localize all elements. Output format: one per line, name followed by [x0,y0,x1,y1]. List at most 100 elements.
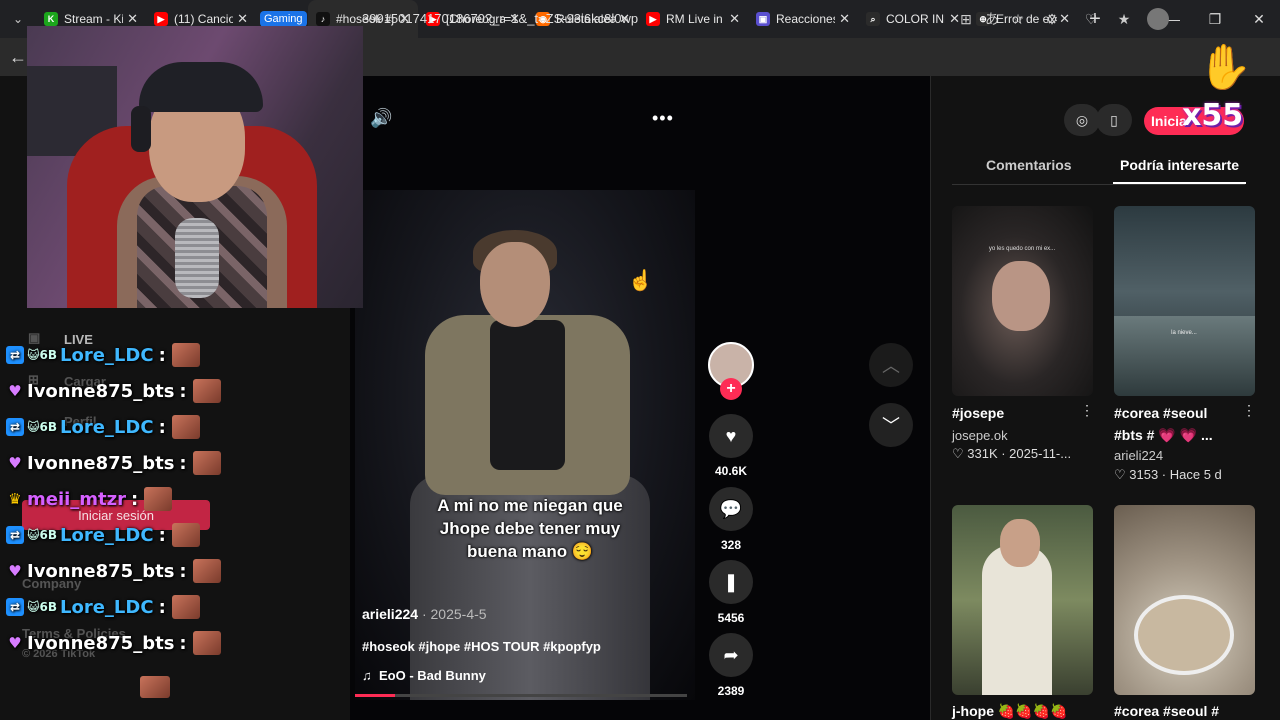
subscriber-badge-icon: ⇄ [6,418,24,436]
video-hashtags[interactable]: #hoseok #jhope #HOS TOUR #kpopfyp [362,639,601,654]
chat-colon: : [179,380,187,402]
video-dancer-shirt [490,320,565,470]
chat-username[interactable]: Lore_LDC [60,597,154,618]
tab-close-icon[interactable]: ✕ [729,11,740,27]
thumb-user[interactable]: arieli224 [1114,448,1163,463]
like-count: 40.6K [714,464,748,478]
tab-close-icon[interactable]: ✕ [127,11,138,27]
tab-favicon-icon: ⌕ [866,12,880,26]
thumb-title[interactable]: #josepe [952,402,1004,424]
chat-extra-badge: 😺6B [27,600,58,614]
thumb-snow-ground [1114,316,1255,396]
tab-favicon-icon: ▶ [646,12,660,26]
thumb-soup-bowl [1134,595,1234,675]
browser-tab[interactable]: ▣ Reacciones ✕ [748,0,858,38]
comment-count: 328 [720,538,742,552]
chat-username[interactable]: Lore_LDC [60,345,154,366]
tab-close-icon[interactable]: ✕ [839,11,850,27]
compass-icon[interactable]: ◎ [1064,104,1100,136]
thumb-title[interactable]: #corea #seoul #bts # 💗 💗 ... [1114,402,1234,446]
chat-username[interactable]: Ivonne875_bts [27,561,174,582]
chat-emote [192,451,221,475]
browser-tab[interactable]: ▶ RM Live in ✕ [638,0,748,38]
video-music[interactable]: ♫ EoO - Bad Bunny [362,668,486,683]
chat-emote [171,343,200,367]
volume-icon[interactable]: 🔊 [370,108,394,132]
previous-video-chevron-up-icon[interactable]: ︿ [869,343,913,387]
chat-emote [140,676,170,698]
chat-extra-badge: 😺6B [27,420,58,434]
chat-emote [171,415,200,439]
app-available-icon[interactable]: ⊞ [955,8,977,30]
follow-plus-icon[interactable]: + [720,378,742,400]
tab-title: Stream - Ki [64,12,124,26]
tab-close-icon[interactable]: ✕ [237,11,248,27]
thumb-overlay-text: la nieve... [1171,330,1197,336]
thumb-title[interactable]: #corea #seoul # [1114,700,1219,720]
recommended-video-thumb[interactable] [952,505,1093,695]
chat-colon: : [179,632,187,654]
tabs-divider [952,184,1245,185]
cam-headset [131,106,151,152]
bookmark-icon[interactable]: ❚ [709,560,753,604]
cam-microphone [175,218,219,298]
recommended-video-thumb[interactable] [1114,505,1255,695]
recommended-video-thumb[interactable]: yo les quedo con mi ex... [952,206,1093,396]
thumb-overlay-text: yo les quedo con mi ex... [988,246,1056,252]
hype-count: x55 [1182,98,1244,133]
chat-message: ⇄ 😺6B Lore_LDC: [6,342,200,368]
tab-might-interest[interactable]: Podría interesarte [1120,157,1239,173]
address-bar-url[interactable]: 39915017417018670?_r=1&_t=ZS-93i6kc8l0wp [362,11,638,26]
like-heart-icon[interactable]: ♥ [709,414,753,458]
translate-icon[interactable]: あ [981,8,1003,30]
chat-username[interactable]: Lore_LDC [60,417,154,438]
browser-tab[interactable]: ⌕COLOR IND✕ [858,0,968,38]
restore-icon[interactable]: ❐ [1194,0,1236,38]
share-count: 2389 [717,684,745,698]
video-progress-bar[interactable] [355,694,687,697]
thumb-face [1000,519,1040,567]
device-icon[interactable]: ▯ [1096,104,1132,136]
favorite-star-icon[interactable]: ☆ [1007,8,1029,30]
thumb-stats: ♡ 3153 · Hace 5 d [1114,467,1222,482]
close-window-icon[interactable]: ✕ [1238,0,1280,38]
recommended-video-thumb[interactable]: la nieve... [1114,206,1255,396]
chat-username[interactable]: Ivonne875_bts [27,381,174,402]
chat-username[interactable]: Lore_LDC [60,525,154,546]
chat-username[interactable]: Ivonne875_bts [27,633,174,654]
tab-group-label: Gaming [260,11,307,27]
video-frame[interactable] [355,190,695,700]
favorites-icon[interactable]: ★ [1113,8,1135,30]
raised-hands-icon: ✋ [1197,43,1253,92]
chat-username[interactable]: Ivonne875_bts [27,453,174,474]
heart-badge-icon: ♥ [8,454,22,472]
caption-line: Jhope debe tener muy [439,519,621,538]
tab-favicon-icon: ▶ [154,12,168,26]
chat-emote [144,487,173,511]
browser-essentials-icon[interactable]: ♡ [1080,8,1102,30]
chat-username[interactable]: meii_mtzr [27,489,126,510]
thumb-title[interactable]: j-hope 🍓🍓🍓🍓 [952,700,1068,720]
chat-emote [192,631,221,655]
comment-icon[interactable]: 💬 [709,487,753,531]
chat-message: ♥ Ivonne875_bts: [6,450,221,476]
extensions-icon[interactable]: ⚙ [1041,8,1063,30]
thumb-more-icon[interactable]: ⋮ [1242,402,1256,419]
tab-title: RM Live in [666,12,723,26]
more-options-icon[interactable]: ••• [652,108,676,132]
thumb-more-icon[interactable]: ⋮ [1080,402,1094,419]
tab-comments[interactable]: Comentarios [986,157,1072,173]
next-video-chevron-down-icon[interactable]: ﹀ [869,403,913,447]
video-caption: A mi no me niegan que Jhope debe tener m… [410,494,650,563]
chat-colon: : [179,452,187,474]
thumb-user[interactable]: josepe.ok [952,428,1008,443]
share-arrow-icon[interactable]: ➦ [709,633,753,677]
video-author[interactable]: arieli224 [362,606,418,622]
chat-message: ♛ meii_mtzr: [6,486,173,512]
cam-cap [139,62,263,112]
caption-line: A mi no me niegan que [437,496,623,515]
streamer-webcam [27,26,363,308]
profile-avatar[interactable] [1147,8,1169,30]
tab-title: (11) Cancio [174,12,234,26]
chat-message: ⇄ 😺6B Lore_LDC: [6,414,200,440]
